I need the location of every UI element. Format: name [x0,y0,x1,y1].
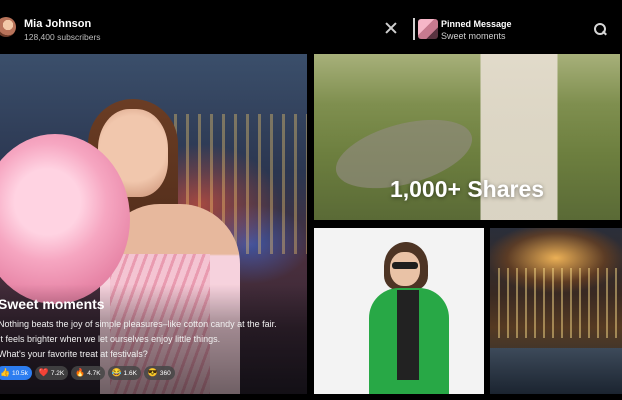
post-title: Sweet moments [0,296,105,312]
carousel-lights [498,268,618,338]
reaction-count: 7.2K [50,369,65,377]
sunglasses-face-icon: 😎 [147,368,158,377]
channel-name[interactable]: Mia Johnson [24,18,91,30]
pinned-message-title[interactable]: Pinned Message [441,19,512,29]
fire-icon: 🔥 [75,368,86,377]
pinned-message-text[interactable]: Sweet moments [441,31,506,41]
carousel-photo-tile[interactable] [490,228,622,394]
reaction-count: 360 [159,369,171,377]
green-coat-photo-tile[interactable] [314,228,484,394]
carousel-base [490,348,622,394]
avatar[interactable] [0,17,16,37]
thumbs-up-icon: 👍 [0,368,10,377]
search-icon[interactable] [594,23,606,35]
heart-icon: ❤️ [38,368,49,377]
pinned-indicator [413,18,415,40]
sunglasses [392,262,418,269]
reaction-heart[interactable]: ❤️ 7.2K [34,366,69,380]
reaction-fire[interactable]: 🔥 4.7K [71,366,105,380]
reaction-count: 4.7K [87,369,101,377]
face [390,252,420,286]
reaction-count: 1.6K [123,369,137,377]
black-top [397,290,419,380]
reaction-like[interactable]: 👍 10.5k [0,366,32,380]
laughing-face-icon: 😂 [111,368,122,377]
post-text-line: Nothing beats the joy of simple pleasure… [0,319,277,329]
post-text-line: What's your favorite treat at festivals? [0,349,148,359]
subscriber-count: 128,400 subscribers [24,32,101,42]
reaction-bar: 👍 10.5k ❤️ 7.2K 🔥 4.7K 😂 1.6K 😎 360 [0,366,175,380]
post-text-line: It feels brighter when we let ourselves … [0,334,221,344]
chat-header: Mia Johnson 128,400 subscribers Pinned M… [0,0,622,54]
post-main-photo[interactable]: Sweet moments Nothing beats the joy of s… [0,54,307,394]
shares-overlay-text: 1,000+ Shares [389,176,545,202]
close-icon[interactable] [383,20,399,36]
reaction-count: 10.5k [11,369,28,377]
reaction-cool[interactable]: 😎 360 [143,366,175,380]
pinned-thumbnail[interactable] [418,19,438,39]
shares-photo-tile[interactable]: 1,000+ Shares [314,54,620,220]
reaction-laugh[interactable]: 😂 1.6K [107,366,141,380]
